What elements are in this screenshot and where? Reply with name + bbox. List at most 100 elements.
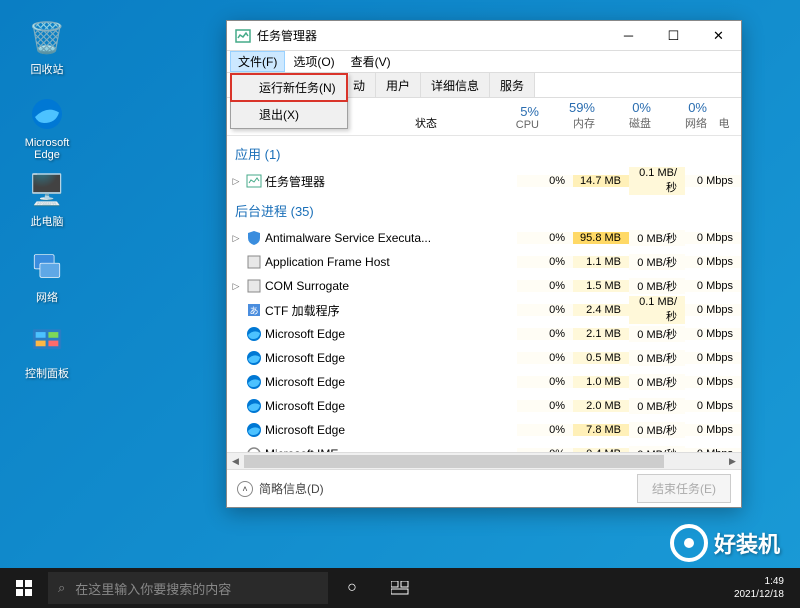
menubar: 文件(F) 选项(O) 查看(V) 运行新任务(N) 退出(X) [227, 51, 741, 73]
process-name: Antimalware Service Executa... [263, 231, 517, 245]
process-icon [245, 326, 263, 342]
network-cell: 0 Mbps [685, 328, 741, 340]
expand-icon[interactable]: ▷ [227, 233, 245, 244]
cpu-cell: 0% [517, 280, 573, 292]
process-list[interactable]: 应用 (1) ▷ 任务管理器 0% 14.7 MB 0.1 MB/秒 0 Mbp… [227, 136, 741, 452]
menu-file[interactable]: 文件(F) [230, 51, 285, 72]
tab-startup-partial[interactable]: 动 [349, 72, 376, 97]
process-row[interactable]: Application Frame Host 0% 1.1 MB 0 MB/秒 … [227, 250, 741, 274]
tab-details[interactable]: 详细信息 [420, 72, 490, 97]
memory-cell: 7.8 MB [573, 424, 629, 436]
process-name: 任务管理器 [263, 173, 517, 190]
disk-cell: 0.1 MB/秒 [629, 296, 685, 324]
col-memory[interactable]: 59%内存 [547, 100, 603, 131]
desktop-icon-edge[interactable]: Microsoft Edge [18, 94, 76, 161]
process-row[interactable]: Microsoft Edge 0% 7.8 MB 0 MB/秒 0 Mbps [227, 418, 741, 442]
cortana-button[interactable]: ○ [328, 568, 376, 608]
process-row[interactable]: Microsoft Edge 0% 1.0 MB 0 MB/秒 0 Mbps [227, 370, 741, 394]
close-button[interactable]: ✕ [696, 21, 741, 50]
network-cell: 0 Mbps [685, 175, 741, 187]
process-row[interactable]: ⊕ Microsoft IME 0% 0.4 MB 0 MB/秒 0 Mbps [227, 442, 741, 452]
process-icon [245, 422, 263, 438]
process-row[interactable]: ▷ 任务管理器 0% 14.7 MB 0.1 MB/秒 0 Mbps [227, 169, 741, 193]
menu-run-new-task[interactable]: 运行新任务(N) [231, 74, 347, 101]
disk-cell: 0 MB/秒 [629, 278, 685, 294]
menu-view[interactable]: 查看(V) [343, 51, 399, 72]
network-cell: 0 Mbps [685, 256, 741, 268]
process-row[interactable]: ▷ Antimalware Service Executa... 0% 95.8… [227, 226, 741, 250]
cpu-cell: 0% [517, 328, 573, 340]
memory-cell: 95.8 MB [573, 232, 629, 244]
disk-cell: 0 MB/秒 [629, 350, 685, 366]
clock[interactable]: 1:49 2021/12/18 [726, 575, 792, 601]
memory-cell: 14.7 MB [573, 175, 629, 187]
task-view-button[interactable] [376, 568, 424, 608]
network-cell: 0 Mbps [685, 352, 741, 364]
disk-cell: 0 MB/秒 [629, 398, 685, 414]
network-icon [27, 246, 67, 286]
search-input[interactable]: ⌕ 在这里输入你要搜索的内容 [48, 572, 328, 604]
fewer-details-button[interactable]: ˄ 简略信息(D) [237, 480, 324, 497]
disk-cell: 0 MB/秒 [629, 422, 685, 438]
process-row[interactable]: Microsoft Edge 0% 2.1 MB 0 MB/秒 0 Mbps [227, 322, 741, 346]
scrollbar-thumb[interactable] [244, 455, 664, 468]
scroll-right-icon[interactable]: ▶ [724, 453, 741, 470]
expand-icon[interactable]: ▷ [227, 281, 245, 292]
network-cell: 0 Mbps [685, 232, 741, 244]
desktop-icon-recycle-bin[interactable]: 🗑️ 回收站 [18, 18, 76, 77]
memory-cell: 2.0 MB [573, 400, 629, 412]
window-title: 任务管理器 [257, 27, 606, 44]
cpu-cell: 0% [517, 175, 573, 187]
menu-options[interactable]: 选项(O) [285, 51, 342, 72]
process-icon [245, 374, 263, 390]
icon-label: Microsoft Edge [18, 137, 76, 161]
col-disk[interactable]: 0%磁盘 [603, 100, 659, 131]
process-name: Application Frame Host [263, 255, 517, 269]
svg-text:あ: あ [249, 306, 258, 316]
cpu-cell: 0% [517, 400, 573, 412]
menu-exit[interactable]: 退出(X) [231, 101, 347, 128]
chevron-up-icon: ˄ [237, 481, 253, 497]
col-extra[interactable]: 电 [715, 115, 733, 131]
windows-icon [16, 580, 32, 596]
system-tray[interactable]: 1:49 2021/12/18 [726, 575, 800, 601]
cpu-cell: 0% [517, 424, 573, 436]
taskbar: ⌕ 在这里输入你要搜索的内容 ○ 1:49 2021/12/18 [0, 568, 800, 608]
process-icon [245, 398, 263, 414]
process-row[interactable]: ▷ COM Surrogate 0% 1.5 MB 0 MB/秒 0 Mbps [227, 274, 741, 298]
process-icon [245, 278, 263, 294]
minimize-button[interactable]: ─ [606, 21, 651, 50]
maximize-button[interactable]: ☐ [651, 21, 696, 50]
tab-services[interactable]: 服务 [489, 72, 535, 97]
cpu-cell: 0% [517, 352, 573, 364]
disk-cell: 0 MB/秒 [629, 254, 685, 270]
process-row[interactable]: Microsoft Edge 0% 2.0 MB 0 MB/秒 0 Mbps [227, 394, 741, 418]
disk-cell: 0 MB/秒 [629, 326, 685, 342]
process-icon [245, 230, 263, 246]
start-button[interactable] [0, 568, 48, 608]
desktop-icon-this-pc[interactable]: 🖥️ 此电脑 [18, 170, 76, 229]
memory-cell: 0.5 MB [573, 352, 629, 364]
memory-cell: 1.5 MB [573, 280, 629, 292]
tab-users[interactable]: 用户 [375, 72, 421, 97]
icon-label: 回收站 [18, 61, 76, 77]
disk-cell: 0 MB/秒 [629, 230, 685, 246]
scroll-left-icon[interactable]: ◀ [227, 453, 244, 470]
desktop-icon-network[interactable]: 网络 [18, 246, 76, 305]
col-status[interactable]: 状态 [415, 115, 491, 131]
end-task-button[interactable]: 结束任务(E) [637, 474, 731, 503]
process-row[interactable]: Microsoft Edge 0% 0.5 MB 0 MB/秒 0 Mbps [227, 346, 741, 370]
task-view-icon [391, 581, 409, 595]
network-cell: 0 Mbps [685, 400, 741, 412]
col-cpu[interactable]: 5%CPU [491, 104, 547, 131]
desktop-icon-control-panel[interactable]: 控制面板 [18, 322, 76, 381]
expand-icon[interactable]: ▷ [227, 176, 245, 187]
search-icon: ⌕ [58, 580, 65, 596]
process-name: Microsoft Edge [263, 327, 517, 341]
disk-cell: 0 MB/秒 [629, 374, 685, 390]
horizontal-scrollbar[interactable]: ◀ ▶ [227, 452, 741, 469]
titlebar[interactable]: 任务管理器 ─ ☐ ✕ [227, 21, 741, 51]
process-row[interactable]: あ CTF 加载程序 0% 2.4 MB 0.1 MB/秒 0 Mbps [227, 298, 741, 322]
col-network[interactable]: 0%网络 [659, 100, 715, 131]
process-name: Microsoft Edge [263, 375, 517, 389]
